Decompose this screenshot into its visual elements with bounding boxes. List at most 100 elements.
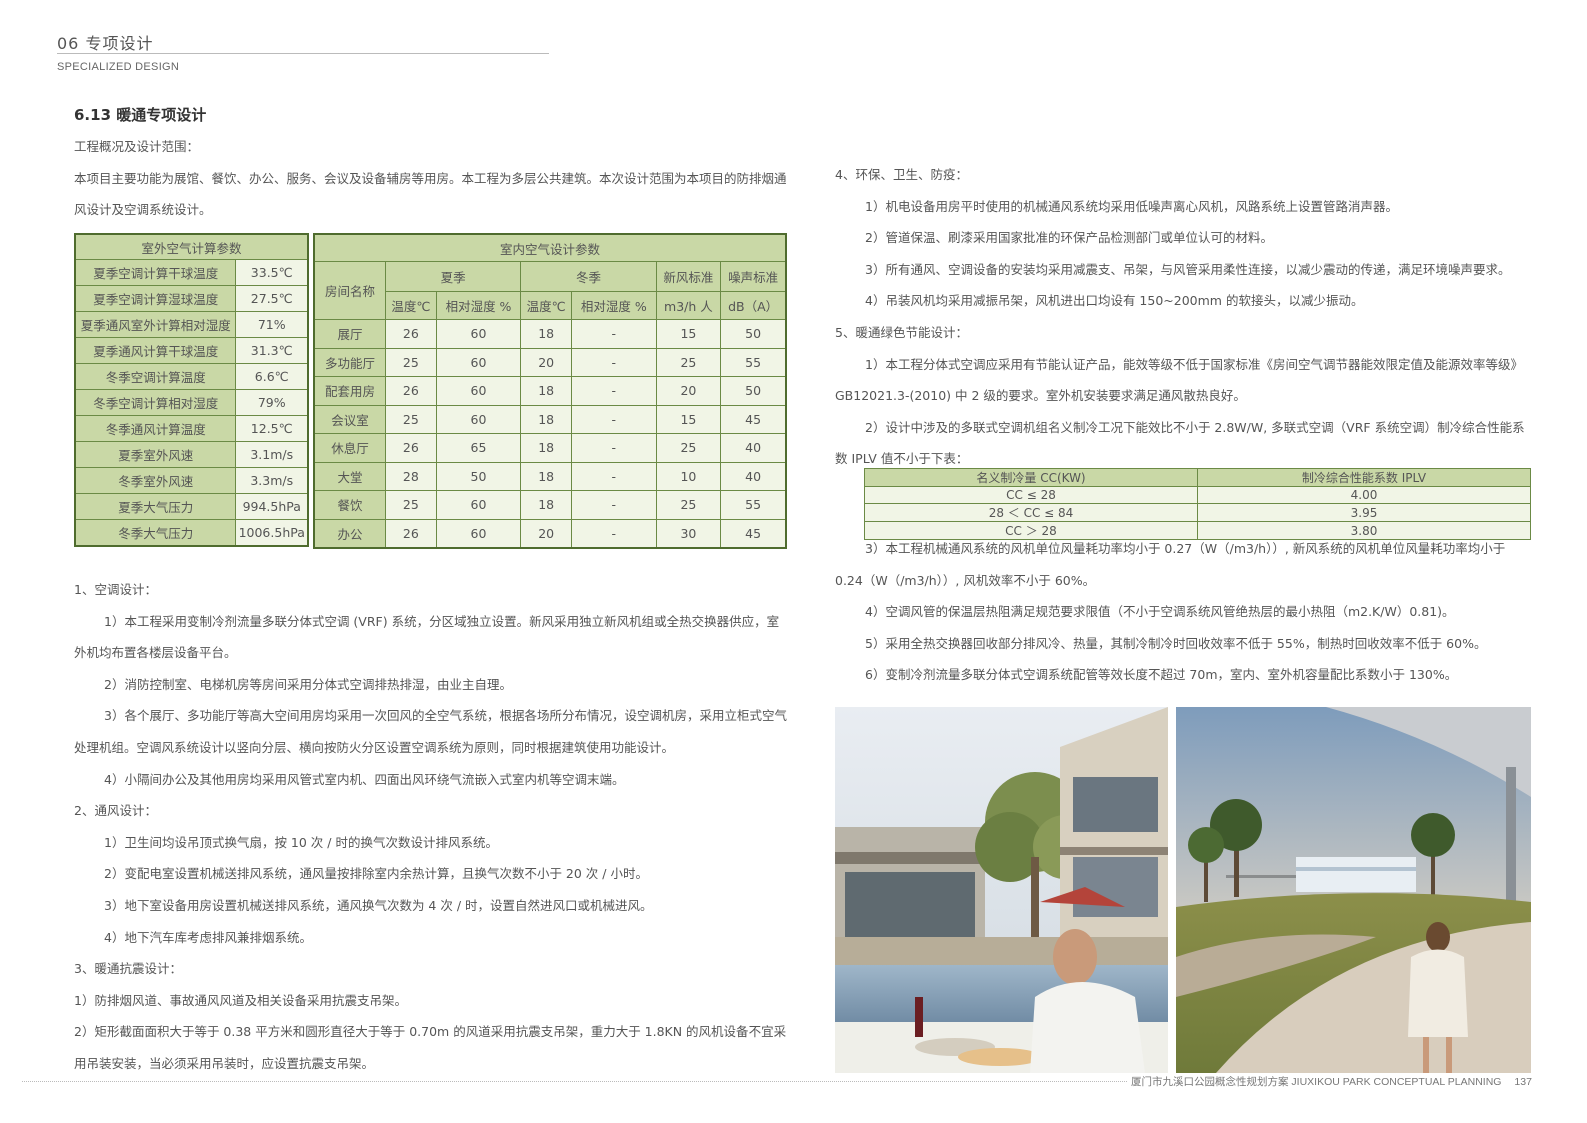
indoor-value-cell: 10	[655, 461, 722, 491]
item: 4）地下汽车库考虑排风兼排烟系统。	[104, 929, 312, 945]
outdoor-param-value: 6.6℃	[235, 363, 309, 390]
iplv-value-cell: 3.95	[1197, 503, 1531, 522]
indoor-value-cell: 15	[655, 404, 722, 434]
outdoor-param-name: 冬季通风计算温度	[74, 415, 237, 442]
outdoor-param-value: 3.1m/s	[235, 441, 309, 468]
indoor-value-cell: 26	[385, 518, 437, 548]
iplv-value-cell: 4.00	[1197, 486, 1531, 504]
outdoor-param-name: 夏季大气压力	[74, 493, 237, 520]
iplv-table-row: 28 ＜ CC ≤ 84 3.95	[864, 503, 1531, 522]
item: 2）管道保温、刷漆采用国家批准的环保产品检测部门或单位认可的材料。	[865, 230, 1273, 246]
indoor-table-row: 大堂 28 50 18-10 40	[313, 461, 787, 491]
outdoor-table-row: 冬季空调计算温度 6.6℃	[74, 363, 309, 390]
indoor-table-title: 室内空气设计参数	[313, 233, 787, 262]
indoor-value-cell: 25	[385, 490, 437, 520]
indoor-value-cell: 26	[385, 319, 437, 349]
room-name-cell: 大堂	[313, 461, 386, 491]
outdoor-table-row: 夏季空调计算湿球温度 27.5℃	[74, 285, 309, 312]
indoor-value-cell: 18	[520, 433, 572, 463]
item: 1）防排烟风道、事故通风风道及相关设备采用抗震支吊架。	[74, 992, 407, 1008]
outdoor-param-name: 冬季空调计算温度	[74, 363, 237, 390]
footer-rule	[22, 1081, 1127, 1082]
indoor-value-cell: 65	[435, 433, 522, 463]
indoor-table-row: 休息厅 26 65 18-25 40	[313, 433, 787, 463]
indoor-value-cell: 50	[720, 319, 787, 349]
indoor-value-cell: 60	[435, 404, 522, 434]
indoor-value-cell: 20	[655, 376, 722, 406]
outdoor-param-value: 79%	[235, 389, 309, 416]
right-sections-top: 4、环保、卫生、防疫： 1）机电设备用房平时使用的机械通风系统均采用低噪声离心风…	[835, 159, 1535, 475]
outdoor-param-name: 冬季空调计算相对湿度	[74, 389, 237, 416]
th-sub: m3/h 人	[655, 291, 722, 320]
indoor-value-cell: 25	[655, 433, 722, 463]
indoor-value-cell: 26	[385, 433, 437, 463]
th-sub: 温度℃	[520, 291, 572, 320]
indoor-value-cell: 55	[720, 347, 787, 377]
item: 3）地下室设备用房设置机械送排风系统，通风换气次数为 4 次 / 时，设置自然进…	[104, 897, 653, 913]
room-name-cell: 展厅	[313, 319, 386, 349]
outdoor-param-value: 27.5℃	[235, 285, 309, 312]
indoor-value-cell: 25	[655, 490, 722, 520]
iplv-th-iplv: 制冷综合性能系数 IPLV	[1197, 468, 1531, 487]
outdoor-table-row: 夏季通风室外计算相对湿度 71%	[74, 311, 309, 338]
item: 4）小隔间办公及其他用房均采用风管式室内机、四面出风环绕气流嵌入式室内机等空调末…	[104, 771, 625, 787]
item: 2）变配电室设置机械送排风系统，通风量按排除室内余热计算，且换气次数不小于 20…	[104, 866, 648, 882]
indoor-value-cell: 20	[520, 518, 572, 548]
indoor-value-cell: -	[571, 376, 657, 406]
room-name-cell: 配套用房	[313, 376, 386, 406]
outdoor-param-name: 夏季通风计算干球温度	[74, 337, 237, 364]
left-sections: 1、空调设计： 1）本工程采用变制冷剂流量多联分体式空调 (VRF) 系统，分区…	[74, 574, 790, 1080]
item: 3）所有通风、空调设备的安装均采用减震支、吊架，与风管采用柔性连接，以减少震动的…	[865, 261, 1511, 277]
indoor-value-cell: 45	[720, 404, 787, 434]
indoor-value-cell: -	[571, 319, 657, 349]
heading-green: 5、暖通绿色节能设计：	[835, 324, 968, 340]
outdoor-param-value: 33.5℃	[235, 259, 309, 286]
indoor-value-cell: 60	[435, 319, 522, 349]
indoor-value-cell: -	[571, 490, 657, 520]
indoor-table-row: 会议室 25 60 18-15 45	[313, 404, 787, 434]
indoor-value-cell: -	[571, 404, 657, 434]
indoor-value-cell: 60	[435, 490, 522, 520]
right-sections-bottom: 3）本工程机械通风系统的风机单位风量耗功率均小于 0.27（W（/m3/h））,…	[835, 533, 1535, 691]
indoor-value-cell: -	[571, 461, 657, 491]
room-name-cell: 办公	[313, 518, 386, 548]
outdoor-param-value: 31.3℃	[235, 337, 309, 364]
indoor-value-cell: 20	[520, 347, 572, 377]
indoor-value-cell: 50	[435, 461, 522, 491]
indoor-value-cell: 60	[435, 518, 522, 548]
th-sub: 温度℃	[385, 291, 437, 320]
th-room: 房间名称	[313, 261, 386, 320]
item: 4）吊装风机均采用减振吊架，风机进出口均设有 150~200mm 的软接头，以减…	[865, 293, 1364, 309]
room-name-cell: 多功能厅	[313, 347, 386, 377]
indoor-table-row: 展厅 26 60 18-15 50	[313, 319, 787, 349]
outdoor-table-row: 冬季空调计算相对湿度 79%	[74, 389, 309, 416]
chapter-subtitle: SPECIALIZED DESIGN	[57, 61, 180, 73]
item: 5）采用全热交换器回收部分排风冷、热量，其制冷制冷时回收效率不低于 55%，制热…	[865, 635, 1487, 651]
outdoor-param-name: 冬季室外风速	[74, 467, 237, 494]
indoor-value-cell: 30	[655, 518, 722, 548]
item: 1）本工程分体式空调应采用有节能认证产品，能效等级不低于国家标准《房间空气调节器…	[835, 356, 1523, 404]
outdoor-table-row: 夏季室外风速 3.1m/s	[74, 441, 309, 468]
indoor-value-cell: -	[571, 433, 657, 463]
outdoor-table-row: 夏季大气压力 994.5hPa	[74, 493, 309, 520]
indoor-table-row: 多功能厅 25 60 20-25 55	[313, 347, 787, 377]
item: 1）本工程采用变制冷剂流量多联分体式空调 (VRF) 系统，分区域独立设置。新风…	[74, 613, 780, 661]
chapter-title: 06 专项设计	[57, 34, 154, 53]
item: 2）设计中涉及的多联式空调机组名义制冷工况下能效比不小于 2.8W/W, 多联式…	[835, 419, 1525, 467]
indoor-value-cell: 18	[520, 376, 572, 406]
outdoor-param-name: 冬季大气压力	[74, 519, 237, 546]
outdoor-table-row: 冬季通风计算温度 12.5℃	[74, 415, 309, 442]
waterfront-rendering-photo	[1176, 707, 1531, 1073]
th-noise: 噪声标准	[720, 261, 787, 292]
th-winter: 冬季	[520, 261, 657, 292]
indoor-value-cell: -	[571, 347, 657, 377]
item: 4）空调风管的保温层热阻满足规范要求限值（不小于空调系统风管绝热层的最小热阻（m…	[865, 604, 1455, 620]
outdoor-param-value: 1006.5hPa	[235, 519, 309, 546]
outdoor-param-value: 12.5℃	[235, 415, 309, 442]
indoor-value-cell: 18	[520, 461, 572, 491]
heading-hvac: 1、空调设计：	[74, 582, 157, 597]
th-summer: 夏季	[384, 261, 522, 292]
outdoor-table-title: 室外空气计算参数	[74, 233, 309, 260]
indoor-value-cell: 40	[720, 433, 787, 463]
courtyard-rendering-photo	[835, 707, 1168, 1073]
